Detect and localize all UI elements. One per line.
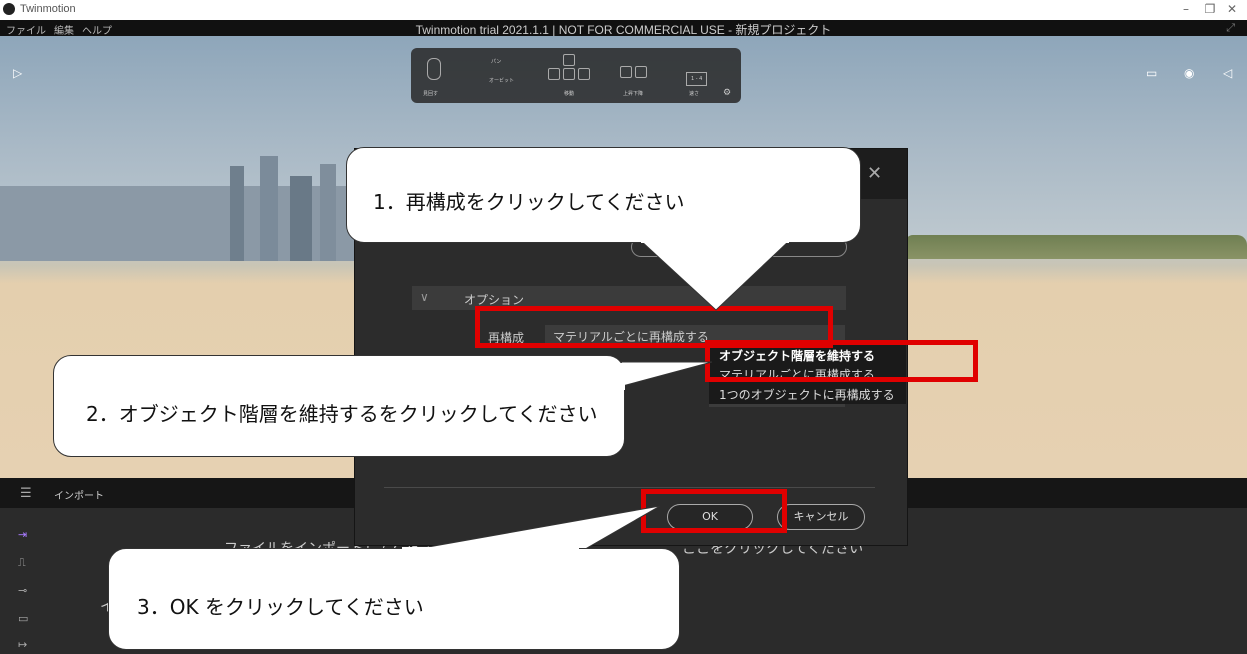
callout-step3-text: 3．OK をクリックしてください xyxy=(137,595,424,619)
callout-step1: 1．再構成をクリックしてください xyxy=(346,147,861,243)
callout-step2: 2．オブジェクト階層を維持するをクリックしてください xyxy=(53,355,625,457)
callout-step2-text: 2．オブジェクト階層を維持するをクリックしてください xyxy=(86,402,598,426)
callout-step1-text: 1．再構成をクリックしてください xyxy=(373,190,685,214)
callout1-tail xyxy=(638,239,792,311)
callout3-tail xyxy=(399,505,661,553)
tail-join-3 xyxy=(402,547,579,552)
tail-join-2 xyxy=(620,363,625,390)
callout-step3: 3．OK をクリックしてください xyxy=(108,548,680,650)
tail-join-1 xyxy=(641,238,789,243)
